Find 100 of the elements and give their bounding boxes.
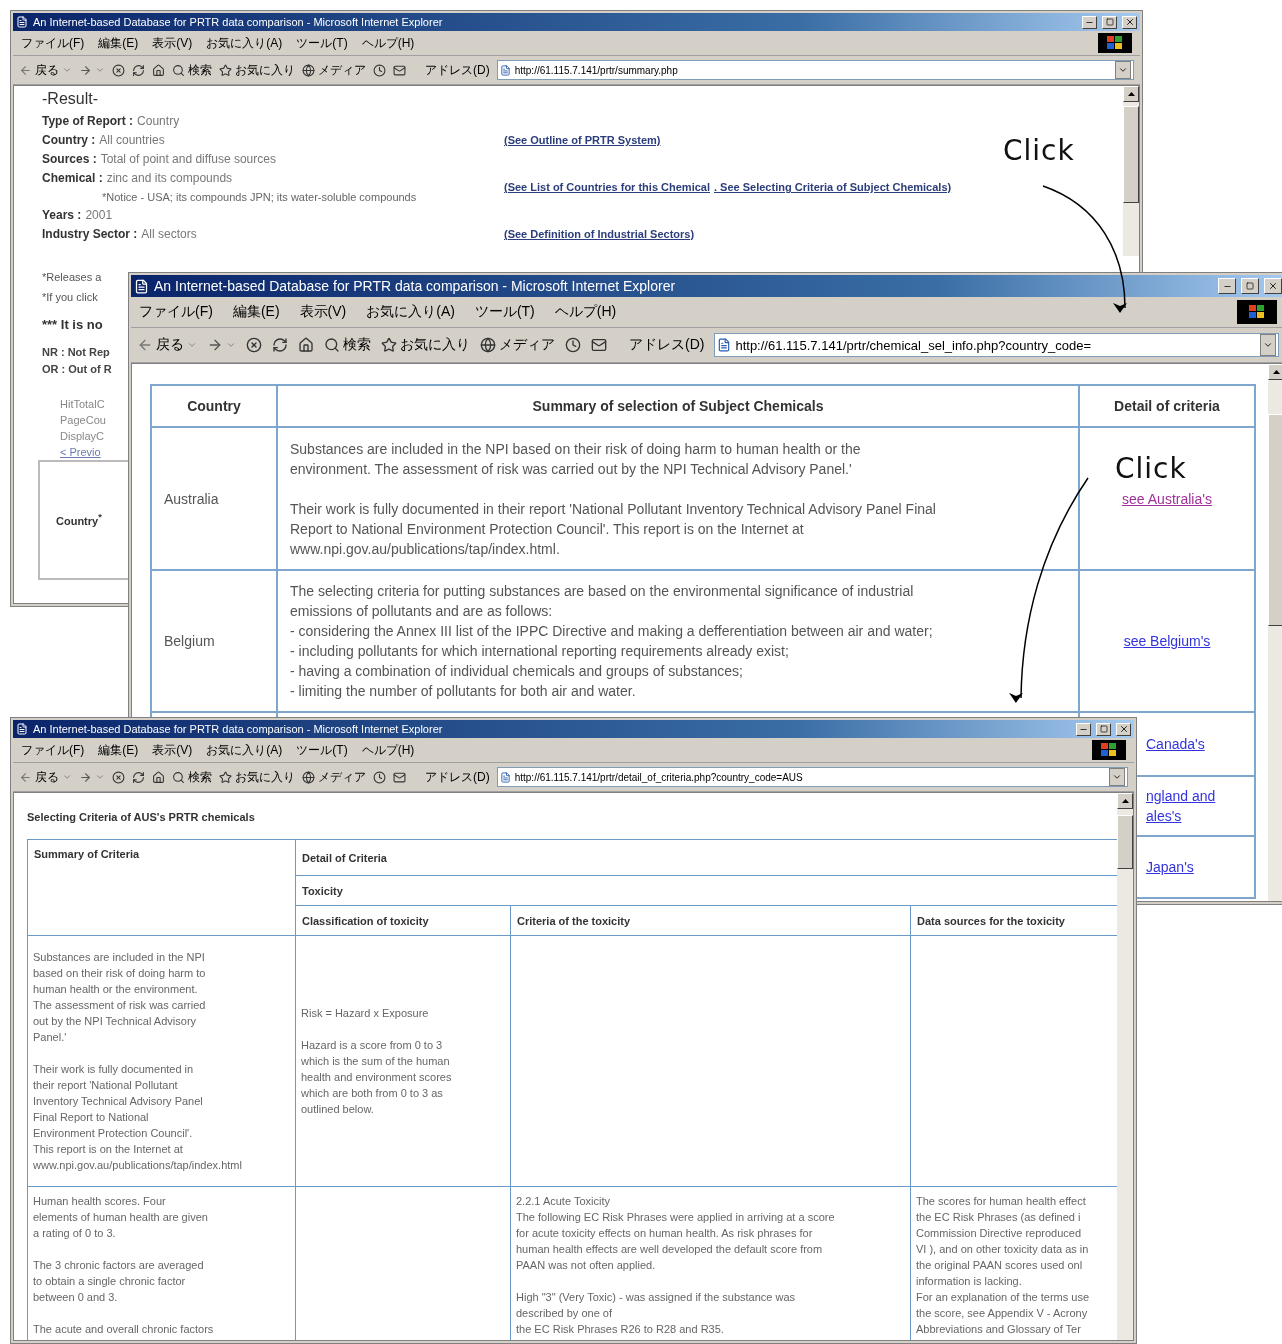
- menu-item[interactable]: お気に入り(A): [206, 741, 283, 759]
- maximize-button[interactable]: [1096, 722, 1111, 736]
- refresh-icon[interactable]: [272, 337, 288, 353]
- stop-icon[interactable]: [246, 337, 262, 353]
- scrollbar[interactable]: [1123, 86, 1139, 256]
- minimize-button[interactable]: [1082, 15, 1097, 29]
- scrollbar-thumb[interactable]: [1117, 815, 1133, 869]
- scroll-up-button[interactable]: [1268, 364, 1282, 380]
- close-icon: [1268, 281, 1278, 291]
- classification-cell: Risk = Hazard x Exposure Hazard is a score from 0 to 3 which is the sum of the human health and environment scores which are both from 0 to 3 as outlined below.: [295, 935, 511, 1187]
- back-button[interactable]: 戻る: [19, 768, 72, 786]
- stop-icon[interactable]: [112, 770, 125, 784]
- maximize-button[interactable]: [1241, 278, 1259, 294]
- field-value: All sectors: [141, 227, 197, 241]
- footnote-text: *Releases a: [42, 270, 102, 285]
- refresh-icon[interactable]: [132, 770, 145, 784]
- menu-item[interactable]: ツール(T): [474, 303, 535, 321]
- address-field[interactable]: http://61.115.7.141/prtr/summary.php: [496, 60, 1134, 80]
- history-icon[interactable]: [373, 63, 386, 77]
- media-button[interactable]: メディア: [302, 61, 366, 79]
- criteria-link[interactable]: Canada's: [1146, 734, 1205, 754]
- field-value: Total of point and diffuse sources: [100, 152, 276, 166]
- minimize-button[interactable]: [1076, 722, 1091, 736]
- globe-icon: [302, 63, 315, 77]
- menu-item[interactable]: 表示(V): [152, 741, 193, 759]
- column-header: Summary of selection of Subject Chemicals: [277, 385, 1079, 427]
- back-button[interactable]: 戻る: [137, 336, 197, 354]
- info-link[interactable]: (See Outline of PRTR System): [504, 134, 661, 146]
- history-icon[interactable]: [565, 337, 581, 353]
- counter-text: PageCou: [59, 413, 106, 428]
- menu-item[interactable]: 表示(V): [152, 34, 193, 52]
- forward-button[interactable]: [207, 337, 236, 353]
- forward-button[interactable]: [79, 770, 105, 784]
- field-label: Years :: [42, 208, 82, 222]
- menu-item[interactable]: ツール(T): [296, 34, 348, 52]
- footnote-text: *If you click: [42, 290, 98, 305]
- criteria-link[interactable]: see Australia's: [1122, 488, 1212, 509]
- menu-item[interactable]: ヘルプ(H): [554, 303, 617, 321]
- field-value: Country: [137, 114, 180, 128]
- favorites-button[interactable]: お気に入り: [381, 336, 470, 354]
- criteria-link[interactable]: Japan's: [1146, 857, 1194, 877]
- menu-item[interactable]: 編集(E): [98, 34, 139, 52]
- menu-item[interactable]: ツール(T): [296, 741, 348, 759]
- menu-item[interactable]: ヘルプ(H): [361, 34, 415, 52]
- criteria-link[interactable]: see Belgium's: [1123, 631, 1211, 651]
- menu-item[interactable]: お気に入り(A): [206, 34, 283, 52]
- media-button[interactable]: メディア: [480, 336, 555, 354]
- mail-icon[interactable]: [393, 63, 406, 77]
- menu-item[interactable]: ファイル(F): [139, 303, 213, 321]
- field-value: zinc and its compounds: [106, 171, 233, 185]
- menu-item[interactable]: ファイル(F): [21, 34, 85, 52]
- search-button[interactable]: 検索: [172, 61, 212, 79]
- media-button[interactable]: メディア: [302, 768, 366, 786]
- search-icon: [324, 337, 340, 353]
- close-button[interactable]: [1116, 722, 1131, 736]
- forward-button[interactable]: [79, 63, 105, 77]
- menu-item[interactable]: ヘルプ(H): [361, 741, 415, 759]
- info-link[interactable]: (See Definition of Industrial Sectors): [504, 228, 695, 240]
- search-button[interactable]: 検索: [324, 336, 371, 354]
- dropdown-button[interactable]: [1109, 768, 1125, 786]
- home-icon[interactable]: [298, 337, 314, 353]
- mail-icon[interactable]: [591, 337, 607, 353]
- search-button[interactable]: 検索: [172, 768, 212, 786]
- menu-item[interactable]: 編集(E): [232, 303, 280, 321]
- menu-item[interactable]: お気に入り(A): [366, 303, 455, 321]
- scroll-up-button[interactable]: [1117, 793, 1133, 809]
- address-field[interactable]: http://61.115.7.141/prtr/detail_of_criteria.php?country_code=AUS: [496, 767, 1128, 787]
- scroll-up-button[interactable]: [1123, 86, 1139, 102]
- summary-cell: Substances are included in the NPI based on their risk of doing harm to human health or the environment. The assessment of risk was carried out by the NPI Technical Advisory Panel.' Their work is fully documented in their report 'National Pollutant Inventory Technical Advisory Panel Final Report to National Environment Protection Council'. This report is on the Internet at www.npi.gov.au/publications/tap/index.html.: [277, 427, 1079, 570]
- info-link[interactable]: . See Selecting Criteria of Subject Chemicals): [714, 181, 952, 193]
- column-header: Classification of toxicity: [295, 905, 511, 936]
- maximize-button[interactable]: [1102, 15, 1117, 29]
- scrollbar[interactable]: [1268, 364, 1282, 901]
- favorites-button[interactable]: お気に入り: [219, 61, 295, 79]
- close-button[interactable]: [1264, 278, 1282, 294]
- address-field[interactable]: http://61.115.7.141/prtr/chemical_sel_info.php?country_code=: [714, 333, 1279, 357]
- search-icon: [172, 63, 185, 77]
- home-icon[interactable]: [152, 770, 165, 784]
- back-button[interactable]: 戻る: [19, 61, 72, 79]
- favorites-button[interactable]: お気に入り: [219, 768, 295, 786]
- previous-link[interactable]: < Previo: [42, 444, 101, 460]
- dropdown-button[interactable]: [1260, 334, 1276, 356]
- menu-item[interactable]: 編集(E): [98, 741, 139, 759]
- menu-item[interactable]: 表示(V): [299, 303, 347, 321]
- mail-icon[interactable]: [393, 770, 406, 784]
- menu-item[interactable]: ファイル(F): [21, 741, 85, 759]
- scrollbar[interactable]: [1117, 793, 1133, 1340]
- stop-icon[interactable]: [112, 63, 125, 77]
- page-icon: [499, 771, 511, 783]
- home-icon[interactable]: [152, 63, 165, 77]
- dropdown-button[interactable]: [1115, 61, 1131, 79]
- close-button[interactable]: [1122, 15, 1137, 29]
- refresh-icon[interactable]: [132, 63, 145, 77]
- info-link[interactable]: (See List of Countries for this Chemical: [504, 181, 710, 193]
- scrollbar-thumb[interactable]: [1123, 106, 1139, 203]
- history-icon[interactable]: [373, 770, 386, 784]
- scrollbar-thumb[interactable]: [1268, 414, 1282, 626]
- caret-icon: [62, 772, 72, 782]
- column-header: Criteria of the toxicity: [510, 905, 911, 936]
- minimize-button[interactable]: [1218, 278, 1236, 294]
